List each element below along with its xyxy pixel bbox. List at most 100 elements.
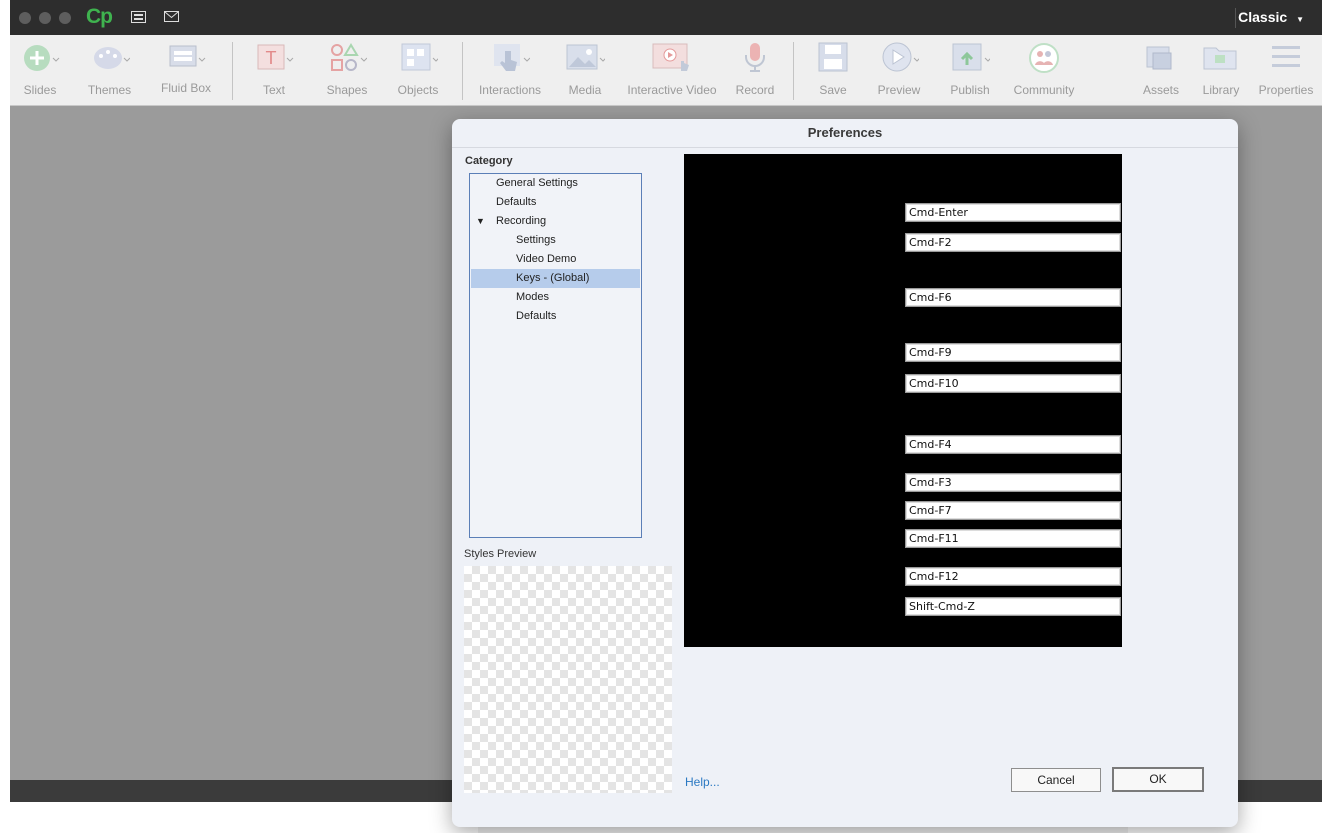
- interactive-video-icon: [652, 43, 689, 71]
- category-recording-defaults[interactable]: Defaults: [471, 307, 640, 326]
- objects-label: Objects: [397, 83, 439, 97]
- assets-button[interactable]: Assets: [1138, 35, 1184, 105]
- community-label: Community: [1013, 83, 1075, 97]
- properties-label: Properties: [1258, 83, 1314, 97]
- shortcut-field[interactable]: Cmd-F7: [905, 501, 1121, 520]
- svg-text:T: T: [266, 48, 277, 68]
- category-defaults[interactable]: Defaults: [471, 193, 640, 212]
- help-link[interactable]: Help...: [685, 775, 720, 789]
- interactive-video-button[interactable]: Interactive Video: [625, 35, 719, 105]
- toolbar-divider: [232, 42, 233, 100]
- record-button[interactable]: Record: [732, 35, 778, 105]
- media-label: Media: [568, 83, 602, 97]
- properties-icon: [1272, 46, 1300, 67]
- text-label: Text: [262, 83, 285, 97]
- save-button[interactable]: Save: [812, 35, 854, 105]
- chevron-down-icon: ▼: [1296, 15, 1304, 24]
- title-bar: Cp Classic ▼: [10, 0, 1322, 35]
- shortcut-field[interactable]: Cmd-F9: [905, 343, 1121, 362]
- slides-panel-icon[interactable]: [131, 11, 146, 24]
- play-icon: [882, 42, 919, 72]
- interactions-label: Interactions: [478, 83, 542, 97]
- main-toolbar: Slides Themes Fluid Box T Text Shapes Ob…: [10, 35, 1322, 106]
- expand-triangle-icon[interactable]: ▼: [476, 212, 485, 231]
- app-logo: Cp: [86, 5, 113, 28]
- category-recording-settings[interactable]: Settings: [471, 231, 640, 250]
- save-icon: [818, 42, 848, 72]
- publish-button[interactable]: Publish: [946, 35, 994, 105]
- interactive-video-label: Interactive Video: [627, 83, 717, 97]
- fluid-box-label: Fluid Box: [160, 81, 212, 95]
- themes-label: Themes: [87, 83, 132, 97]
- interactions-button[interactable]: Interactions: [478, 35, 542, 105]
- properties-button[interactable]: Properties: [1254, 35, 1318, 105]
- title-divider: [452, 147, 1238, 148]
- save-label: Save: [819, 83, 847, 97]
- themes-button[interactable]: Themes: [82, 35, 137, 105]
- shortcut-field[interactable]: Cmd-F12: [905, 567, 1121, 586]
- category-recording[interactable]: ▼ Recording: [471, 212, 640, 231]
- shortcut-field[interactable]: Cmd-F2: [905, 233, 1121, 252]
- shapes-button[interactable]: Shapes: [323, 35, 371, 105]
- fluid-box-icon: [169, 45, 206, 67]
- minimize-window-button[interactable]: [39, 12, 51, 24]
- assets-icon: [1146, 46, 1172, 70]
- library-button[interactable]: Library: [1198, 35, 1244, 105]
- category-recording-label: Recording: [496, 215, 547, 227]
- preview-button[interactable]: Preview: [874, 35, 924, 105]
- community-icon: [1029, 43, 1059, 73]
- folder-icon: [1203, 47, 1237, 70]
- category-modes[interactable]: Modes: [471, 288, 640, 307]
- pointer-hand-icon: [494, 44, 530, 71]
- dialog-shadow-strip: [478, 826, 1128, 833]
- shapes-label: Shapes: [326, 83, 368, 97]
- record-label: Record: [735, 83, 775, 97]
- publish-icon: [952, 43, 990, 71]
- shortcut-field[interactable]: Cmd-F4: [905, 435, 1121, 454]
- cancel-button[interactable]: Cancel: [1011, 768, 1101, 792]
- workspace-dropdown[interactable]: Classic ▼: [1238, 9, 1304, 25]
- shortcut-field[interactable]: Cmd-F3: [905, 473, 1121, 492]
- image-icon: [566, 44, 605, 70]
- styles-preview-label: Styles Preview: [464, 548, 537, 560]
- toolbar-divider: [793, 42, 794, 100]
- dialog-title: Preferences: [807, 125, 883, 140]
- community-button[interactable]: Community: [1010, 35, 1078, 105]
- palette-icon: [93, 47, 130, 69]
- category-tree[interactable]: General Settings Defaults ▼ Recording Se…: [469, 173, 642, 538]
- shortcut-field[interactable]: Shift-Cmd-Z: [905, 597, 1121, 616]
- slides-label: Slides: [23, 83, 57, 97]
- ok-button[interactable]: OK: [1112, 767, 1204, 792]
- category-general-settings[interactable]: General Settings: [471, 174, 640, 193]
- fluid-box-button[interactable]: Fluid Box: [156, 35, 216, 105]
- shortcut-field[interactable]: Cmd-F10: [905, 374, 1121, 393]
- library-label: Library: [1202, 83, 1240, 97]
- styles-preview-area: [464, 566, 672, 793]
- add-slide-icon: [24, 45, 60, 71]
- text-button[interactable]: T Text: [250, 35, 298, 105]
- shortcut-field[interactable]: Cmd-F11: [905, 529, 1121, 548]
- shortcut-field[interactable]: Cmd-F6: [905, 288, 1121, 307]
- close-window-button[interactable]: [19, 12, 31, 24]
- text-box-icon: T: [257, 44, 294, 70]
- publish-label: Publish: [950, 83, 990, 97]
- mail-icon[interactable]: [164, 11, 179, 23]
- slides-button[interactable]: Slides: [15, 35, 65, 105]
- workspace-label: Classic: [1238, 9, 1288, 25]
- keys-settings-panel: Cmd-Enter Cmd-F2 Cmd-F6 Cmd-F9 Cmd-F10 C…: [684, 154, 1122, 647]
- objects-button[interactable]: Objects: [394, 35, 442, 105]
- preview-label: Preview: [877, 83, 921, 97]
- shortcut-field[interactable]: Cmd-Enter: [905, 203, 1121, 222]
- microphone-icon: [745, 43, 765, 72]
- objects-icon: [401, 43, 438, 71]
- preferences-dialog: Preferences Category General Settings De…: [452, 119, 1238, 827]
- assets-label: Assets: [1142, 83, 1179, 97]
- category-keys-global[interactable]: Keys - (Global): [471, 269, 640, 288]
- maximize-window-button[interactable]: [59, 12, 71, 24]
- category-label: Category: [465, 155, 513, 167]
- shapes-icon: [331, 43, 367, 71]
- category-video-demo[interactable]: Video Demo: [471, 250, 640, 269]
- toolbar-divider: [462, 42, 463, 100]
- workspace-separator: [1235, 8, 1236, 28]
- media-button[interactable]: Media: [560, 35, 610, 105]
